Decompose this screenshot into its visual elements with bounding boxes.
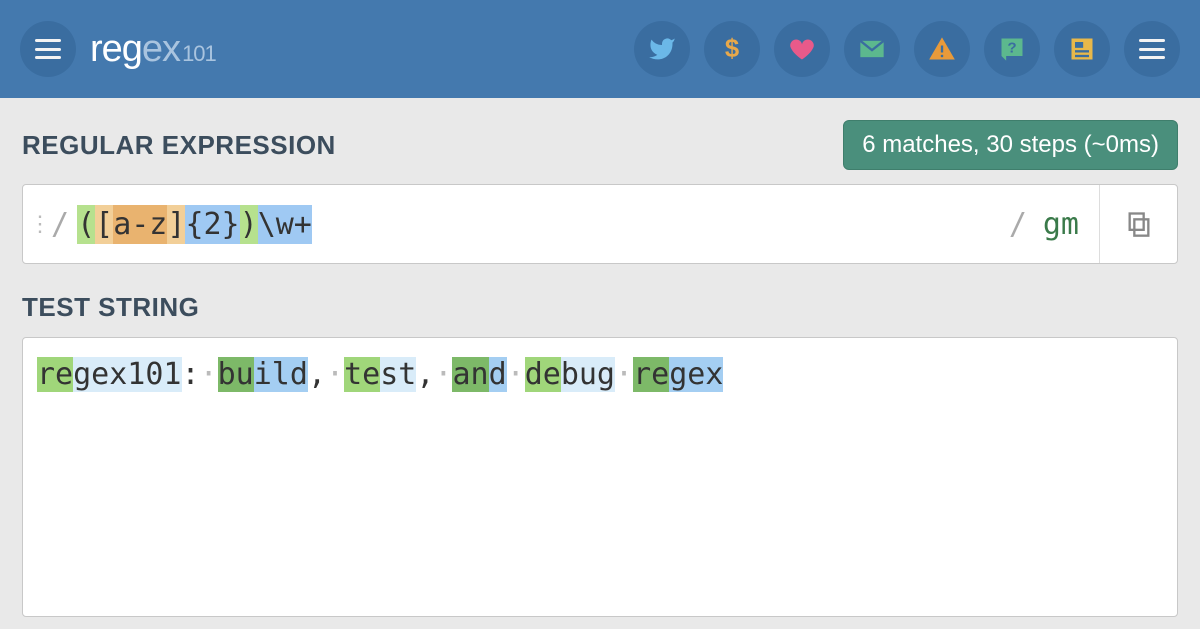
tok-quantifier: {2} — [185, 205, 239, 244]
regex-title: REGULAR EXPRESSION — [22, 130, 336, 161]
logo-text-num: 101 — [182, 41, 216, 67]
regex-input-container: ⋮ / ([a-z]{2})\w+ / gm — [22, 184, 1178, 264]
warning-icon — [928, 35, 956, 63]
open-delimiter: / — [47, 185, 77, 263]
hamburger-icon — [35, 39, 61, 59]
regex-input[interactable]: ([a-z]{2})\w+ — [77, 185, 1005, 263]
warning-button[interactable] — [914, 21, 970, 77]
dollar-icon: $ — [718, 35, 746, 63]
tok-cc-close: ] — [167, 205, 185, 244]
copy-button[interactable] — [1099, 185, 1177, 263]
test-section: TEST STRING regex101:·build,·test,·and·d… — [22, 292, 1178, 617]
match-info-badge: 6 matches, 30 steps (~0ms) — [843, 120, 1178, 170]
settings-menu-button[interactable] — [1124, 21, 1180, 77]
favorite-button[interactable] — [774, 21, 830, 77]
newspaper-icon — [1068, 35, 1096, 63]
logo-text-ex: ex — [142, 28, 180, 71]
app-logo: regex101 — [90, 28, 216, 71]
tok-group-close: ) — [240, 205, 258, 244]
hamburger-icon — [1139, 39, 1165, 59]
twitter-button[interactable] — [634, 21, 690, 77]
menu-button[interactable] — [20, 21, 76, 77]
app-header: regex101 $ ? — [0, 0, 1200, 98]
help-icon: ? — [998, 35, 1026, 63]
main-content: REGULAR EXPRESSION 6 matches, 30 steps (… — [0, 98, 1200, 617]
drag-handle[interactable]: ⋮ — [23, 185, 47, 263]
test-title: TEST STRING — [22, 292, 1178, 323]
copy-icon — [1125, 210, 1153, 238]
test-string-input[interactable]: regex101:·build,·test,·and·debug·regex — [22, 337, 1178, 617]
logo-text-reg: reg — [90, 28, 142, 71]
donate-button[interactable]: $ — [704, 21, 760, 77]
envelope-icon — [858, 35, 886, 63]
heart-icon — [788, 35, 816, 63]
twitter-icon — [648, 35, 676, 63]
tok-group-open: ( — [77, 205, 95, 244]
regex-flags[interactable]: gm — [1035, 185, 1099, 263]
regex-section-header: REGULAR EXPRESSION 6 matches, 30 steps (… — [22, 120, 1178, 170]
svg-text:$: $ — [725, 35, 739, 63]
tok-cc-open: [ — [95, 205, 113, 244]
close-delimiter: / — [1005, 185, 1035, 263]
tok-cc-body: a-z — [113, 205, 167, 244]
news-button[interactable] — [1054, 21, 1110, 77]
tok-escape: \w+ — [258, 205, 312, 244]
help-button[interactable]: ? — [984, 21, 1040, 77]
email-button[interactable] — [844, 21, 900, 77]
svg-text:?: ? — [1007, 40, 1016, 57]
